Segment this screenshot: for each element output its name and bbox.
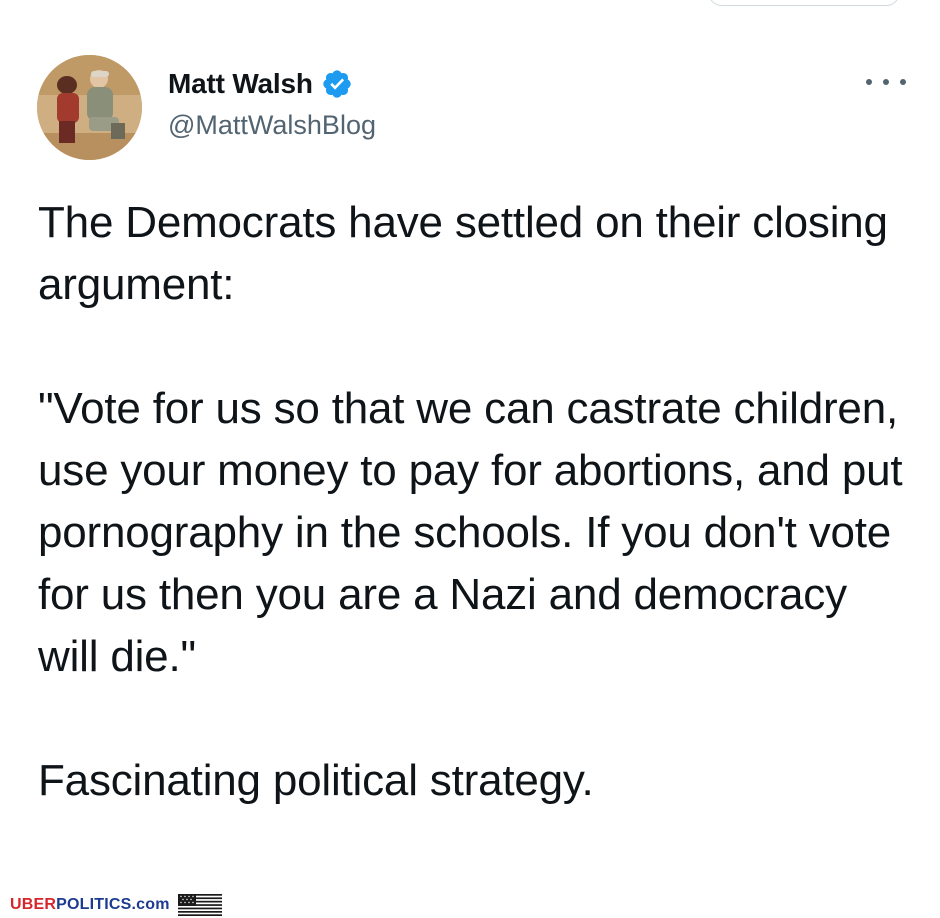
tweet-paragraph: The Democrats have settled on their clos… xyxy=(38,198,888,309)
tweet-paragraph: "Vote for us so that we can castrate chi… xyxy=(38,384,903,681)
top-partial-button[interactable] xyxy=(708,0,900,6)
more-dot xyxy=(883,79,889,85)
watermark-red-part: UBER xyxy=(10,896,57,913)
watermark-text: UBERPOLITICS.com xyxy=(10,896,170,914)
more-dot xyxy=(866,79,872,85)
more-dot xyxy=(900,79,906,85)
more-options-icon[interactable] xyxy=(866,70,906,94)
watermark-blue-part: POLITICS.com xyxy=(56,896,170,913)
tweet-text: The Democrats have settled on their clos… xyxy=(38,192,918,812)
author-display-name[interactable]: Matt Walsh xyxy=(168,68,313,100)
verified-badge-icon xyxy=(323,70,351,98)
author-name-row[interactable]: Matt Walsh xyxy=(168,66,353,102)
site-watermark: UBERPOLITICS.com xyxy=(10,892,222,918)
tweet-paragraph: Fascinating political strategy. xyxy=(38,756,594,805)
avatar[interactable] xyxy=(37,55,142,160)
us-flag-icon xyxy=(177,894,222,916)
author-handle[interactable]: @MattWalshBlog xyxy=(168,110,376,141)
avatar-photo xyxy=(37,55,142,160)
